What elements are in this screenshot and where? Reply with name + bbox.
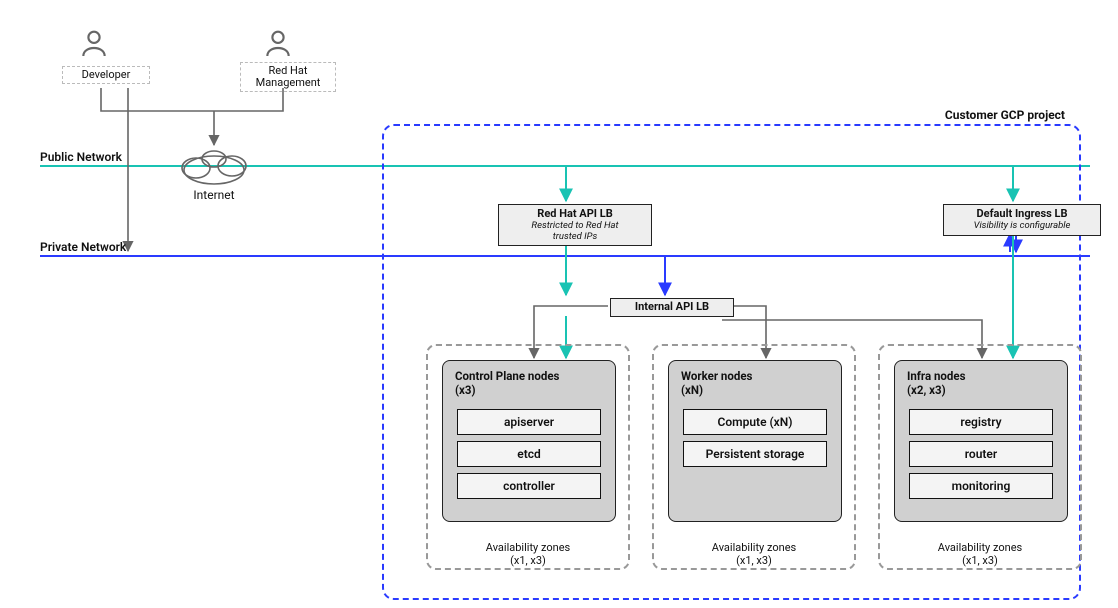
node-worker-title: Worker nodes [669,361,841,383]
az-worker: Worker nodes (xN) Compute (xN) Persisten… [652,344,856,570]
lb-default-ingress-title: Default Ingress LB [952,208,1092,221]
az-worker-foot1: Availability zones [654,542,854,554]
node-control: Control Plane nodes (x3) apiserver etcd … [442,360,616,522]
node-control-count: (x3) [443,383,615,403]
lb-redhat-api: Red Hat API LB Restricted to Red Hat tru… [498,204,652,246]
lb-redhat-api-sub: Restricted to Red Hat trusted IPs [507,221,643,243]
lb-internal-api: Internal API LB [610,298,734,317]
node-worker: Worker nodes (xN) Compute (xN) Persisten… [668,360,842,522]
lb-default-ingress: Default Ingress LB Visibility is configu… [943,204,1101,236]
comp-monitoring: monitoring [909,473,1053,499]
comp-router: router [909,441,1053,467]
person-icon [262,28,294,60]
az-control-foot2: (x1, x3) [428,555,628,567]
comp-persistent-storage: Persistent storage [683,441,827,467]
az-worker-foot2: (x1, x3) [654,555,854,567]
comp-controller: controller [457,473,601,499]
comp-etcd: etcd [457,441,601,467]
comp-apiserver: apiserver [457,409,601,435]
comp-registry: registry [909,409,1053,435]
az-control: Control Plane nodes (x3) apiserver etcd … [426,344,630,570]
person-icon [78,28,110,60]
internet-label: Internet [184,188,244,202]
node-infra-count: (x2, x3) [895,383,1067,403]
node-worker-count: (xN) [669,383,841,403]
actor-redhat-label: Red Hat Management [240,62,336,92]
az-infra-foot1: Availability zones [880,542,1080,554]
private-network-label: Private Network [40,240,126,254]
lb-internal-api-title: Internal API LB [635,300,709,313]
lb-redhat-api-title: Red Hat API LB [507,208,643,221]
node-infra: Infra nodes (x2, x3) registry router mon… [894,360,1068,522]
public-network-label: Public Network [40,150,122,164]
az-infra-foot2: (x1, x3) [880,555,1080,567]
gcp-project-title: Customer GCP project [945,108,1065,122]
node-control-title: Control Plane nodes [443,361,615,383]
az-control-foot1: Availability zones [428,542,628,554]
az-infra: Infra nodes (x2, x3) registry router mon… [878,344,1082,570]
lb-default-ingress-sub: Visibility is configurable [952,221,1092,232]
node-infra-title: Infra nodes [895,361,1067,383]
actor-developer-label: Developer [62,66,150,84]
comp-compute: Compute (xN) [683,409,827,435]
